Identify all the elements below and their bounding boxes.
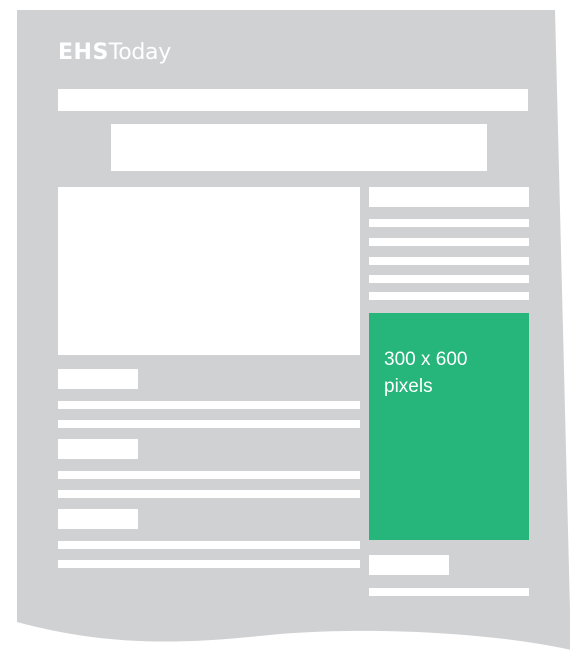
sidebar-heading-placeholder [369, 555, 449, 575]
article-heading-placeholder [58, 439, 138, 459]
article-text-line [58, 490, 360, 498]
ehs-today-logo: EHSToday [58, 38, 171, 68]
sidebar-text-line [369, 219, 529, 227]
sidebar-text-line [369, 275, 529, 283]
article-heading-placeholder [58, 369, 138, 389]
article-text-line [58, 420, 360, 428]
article-text-line [58, 471, 360, 479]
article-text-line [58, 541, 360, 549]
leaderboard-ad-placeholder [111, 124, 487, 171]
sidebar-text-line [369, 292, 529, 300]
half-page-ad-slot: 300 x 600 pixels [369, 313, 529, 540]
ad-size-label: 300 x 600 [384, 349, 468, 370]
ad-unit-label: pixels [384, 376, 433, 397]
sidebar-text-line [369, 238, 529, 246]
main-image-placeholder [58, 187, 360, 355]
sidebar-text-line [369, 588, 529, 596]
logo-part-today: Today [108, 40, 171, 65]
article-text-line [58, 401, 360, 409]
article-heading-placeholder [58, 509, 138, 529]
sidebar-text-line [369, 257, 529, 265]
sidebar-heading-placeholder [369, 187, 529, 207]
nav-bar-placeholder [58, 89, 528, 111]
logo-part-ehs: EHS [58, 40, 109, 65]
article-text-line [58, 560, 360, 568]
